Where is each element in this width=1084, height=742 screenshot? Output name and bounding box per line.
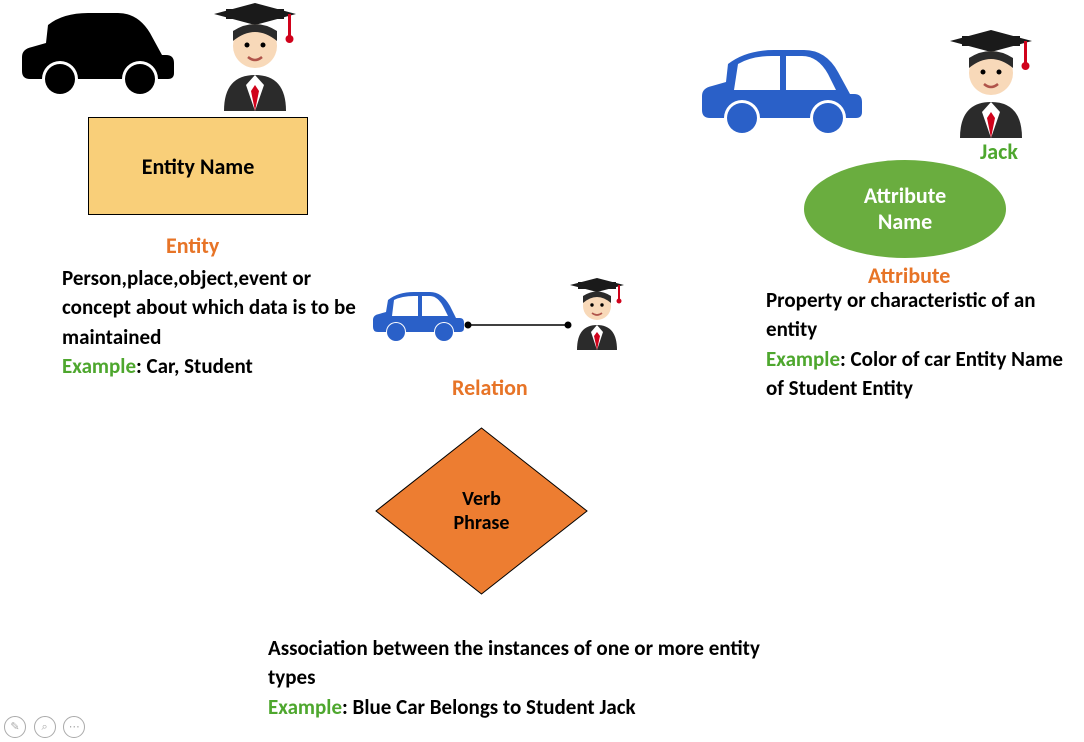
relation-description: Association between the instances of one… — [268, 635, 760, 690]
diamond-text: Verb Phrase — [454, 487, 510, 535]
attribute-example-label: Example — [766, 346, 840, 372]
entity-description: Person,place,object,event or concept abo… — [62, 265, 356, 350]
entity-description-block: Person,place,object,event or concept abo… — [62, 264, 362, 382]
relation-diamond: Verb Phrase — [374, 426, 589, 596]
car-blue-relation-icon — [370, 286, 465, 347]
car-blue-attribute-icon — [698, 42, 866, 142]
student-icon-relation — [566, 278, 628, 357]
diamond-line2: Phrase — [454, 511, 510, 535]
relation-example-label: Example — [268, 694, 342, 720]
relation-example-text: : Blue Car Belongs to Student Jack — [342, 694, 636, 720]
attribute-ellipse-line2: Name — [878, 208, 932, 235]
attribute-description-block: Property or characteristic of an entity … — [766, 286, 1076, 404]
toolbar-more-icon[interactable]: ⋯ — [63, 716, 85, 738]
student-icon-entity — [208, 3, 303, 120]
entity-name-box: Entity Name — [88, 117, 308, 215]
entity-name-label: Entity Name — [142, 153, 255, 180]
car-black-icon — [18, 5, 178, 105]
toolbar-pen-icon[interactable]: ✎ — [4, 716, 26, 738]
relation-description-block: Association between the instances of one… — [268, 634, 788, 722]
entity-heading: Entity — [166, 232, 219, 259]
attribute-ellipse-line1: Attribute — [864, 182, 946, 209]
toolbar: ✎ ⌕ ⋯ — [4, 716, 89, 739]
attribute-description: Property or characteristic of an entity — [766, 287, 1036, 342]
student-icon-attribute — [944, 30, 1039, 147]
attribute-heading: Attribute — [868, 262, 950, 289]
relation-heading: Relation — [452, 374, 528, 401]
diamond-line1: Verb — [462, 487, 501, 511]
entity-example-label: Example — [62, 353, 136, 379]
toolbar-zoom-icon[interactable]: ⌕ — [34, 716, 56, 738]
entity-example-text: : Car, Student — [136, 353, 253, 379]
relation-line — [464, 316, 572, 335]
jack-label: Jack — [980, 138, 1018, 165]
attribute-ellipse: Attribute Name — [804, 160, 1006, 258]
